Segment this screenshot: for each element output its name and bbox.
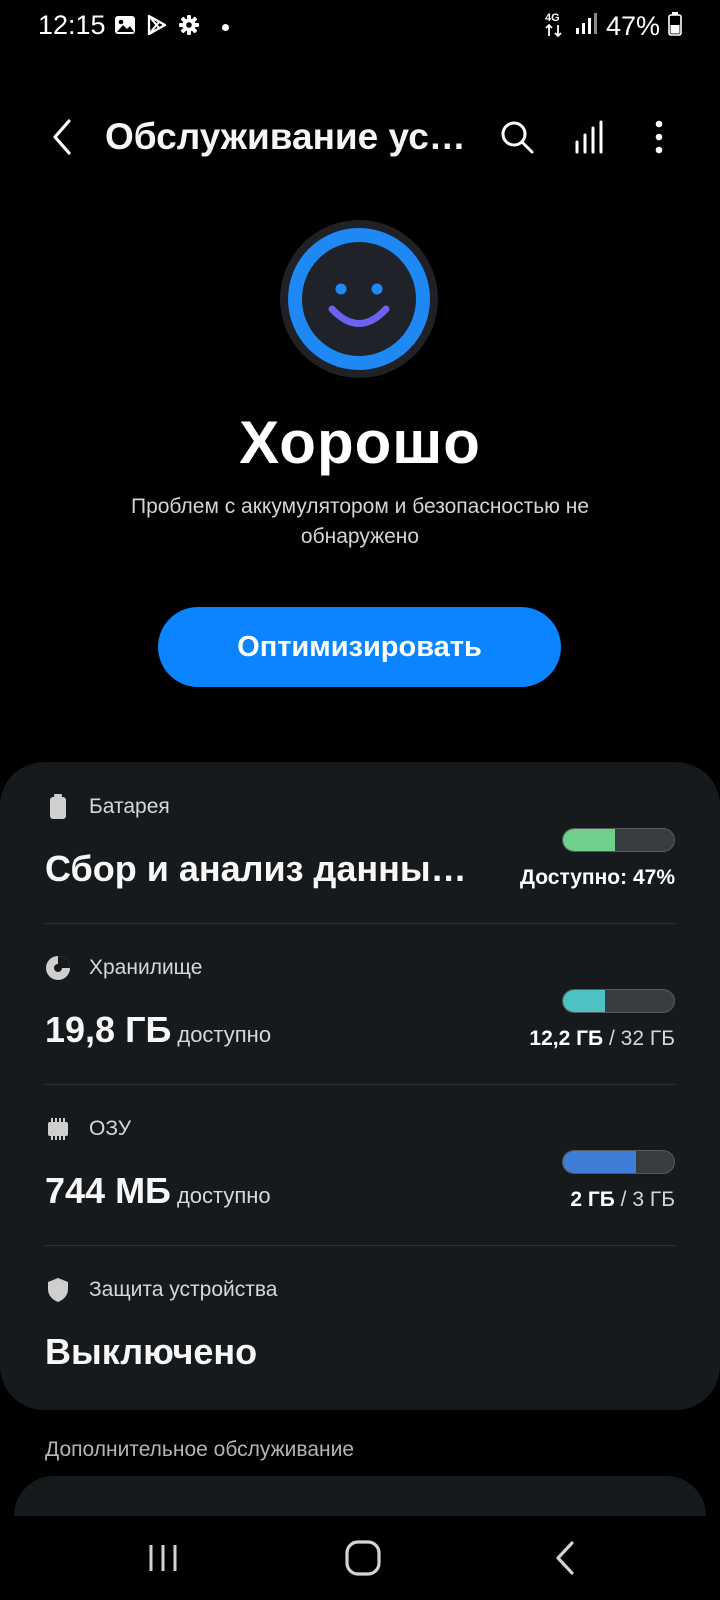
battery-value: Сбор и анализ данных… bbox=[45, 848, 480, 889]
shield-icon bbox=[45, 1277, 71, 1303]
settings-gear-icon bbox=[178, 14, 200, 41]
svg-text:4G: 4G bbox=[545, 12, 560, 24]
stats-button[interactable] bbox=[566, 112, 616, 162]
battery-row[interactable]: Батарея Сбор и анализ данных… Доступно: … bbox=[45, 762, 675, 923]
storage-meta: 12,2 ГБ / 32 ГБ bbox=[529, 1027, 675, 1050]
device-protection-row[interactable]: Защита устройства Выключено bbox=[45, 1245, 675, 1406]
storage-bar-fill bbox=[563, 990, 606, 1012]
search-button[interactable] bbox=[492, 112, 542, 162]
more-options-button[interactable] bbox=[634, 112, 684, 162]
page-title: Обслуживание устройства bbox=[105, 116, 475, 157]
screen: 12:15 4G 47% Обслуживание устр Хорошо Пр… bbox=[0, 0, 720, 1600]
ram-bar bbox=[562, 1150, 675, 1174]
maintenance-card: Батарея Сбор и анализ данных… Доступно: … bbox=[0, 762, 720, 1410]
ram-meta: 2 ГБ / 3 ГБ bbox=[570, 1188, 675, 1211]
chevron-left-icon bbox=[556, 1541, 574, 1575]
section-header: Дополнительное обслуживание bbox=[45, 1438, 355, 1461]
ram-bar-fill bbox=[563, 1151, 637, 1173]
play-store-icon bbox=[146, 14, 168, 41]
back-button[interactable] bbox=[36, 112, 86, 162]
device-protection-label: Защита устройства bbox=[89, 1278, 278, 1301]
status-time: 12:15 bbox=[38, 10, 106, 40]
home-button[interactable] bbox=[333, 1530, 393, 1586]
device-protection-value: Выключено bbox=[45, 1331, 258, 1372]
nav-back-button[interactable] bbox=[535, 1530, 595, 1586]
navigation-bar bbox=[0, 1516, 720, 1600]
app-bar: Обслуживание устройства bbox=[0, 100, 720, 176]
ram-row[interactable]: ОЗУ 744 МБ доступно 2 ГБ / 3 ГБ bbox=[45, 1084, 675, 1245]
storage-value: 19,8 ГБ доступно bbox=[45, 1009, 272, 1050]
status-face bbox=[280, 220, 438, 378]
status-description: Проблем с аккумулятором и безопасностью … bbox=[130, 495, 590, 548]
battery-meta: Доступно: 47% bbox=[520, 866, 675, 889]
storage-bar bbox=[562, 989, 675, 1013]
storage-label: Хранилище bbox=[89, 956, 203, 979]
memory-chip-icon bbox=[45, 1116, 71, 1142]
home-icon bbox=[345, 1540, 381, 1576]
storage-row[interactable]: Хранилище 19,8 ГБ доступно 12,2 ГБ / 32 Г… bbox=[45, 923, 675, 1084]
system-icons: 4G 47% bbox=[544, 10, 682, 43]
pie-chart-icon bbox=[45, 955, 71, 981]
more-vertical-icon bbox=[655, 120, 663, 154]
more-notifications-dot-icon bbox=[222, 24, 229, 31]
recents-icon bbox=[149, 1545, 177, 1571]
battery-icon bbox=[45, 794, 71, 820]
search-icon bbox=[501, 121, 534, 154]
battery-label: Батарея bbox=[89, 795, 170, 818]
recents-button[interactable] bbox=[133, 1530, 193, 1586]
chevron-left-icon bbox=[53, 119, 71, 155]
ram-value: 744 МБ доступно bbox=[45, 1170, 271, 1211]
status-bar: 12:15 4G 47% bbox=[0, 0, 720, 54]
status-title: Хорошо bbox=[239, 409, 481, 476]
battery-bar-fill bbox=[563, 829, 616, 851]
battery-icon bbox=[668, 12, 682, 41]
battery-bar bbox=[562, 828, 675, 852]
smiley-face-icon bbox=[288, 228, 430, 370]
gallery-icon bbox=[114, 14, 136, 41]
additional-maintenance-card[interactable] bbox=[14, 1476, 706, 1516]
optimize-button[interactable]: Оптимизировать bbox=[158, 607, 561, 687]
ram-label: ОЗУ bbox=[89, 1117, 132, 1140]
network-4g-icon: 4G bbox=[544, 10, 566, 43]
signal-strength-icon bbox=[574, 12, 598, 41]
bar-chart-icon bbox=[575, 120, 603, 154]
notification-icons bbox=[114, 14, 229, 41]
battery-percent: 47% bbox=[605, 11, 660, 41]
